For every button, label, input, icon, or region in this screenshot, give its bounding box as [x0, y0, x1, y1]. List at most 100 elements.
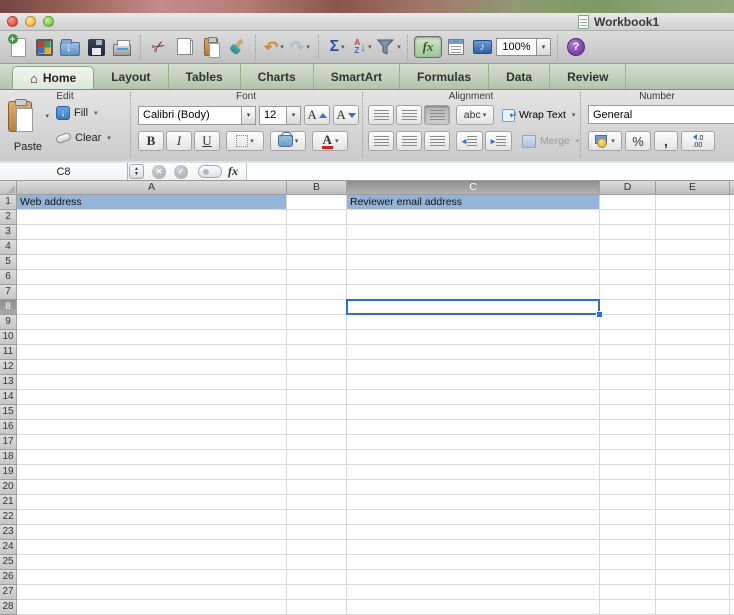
cell-F28[interactable] — [730, 600, 734, 615]
cell-D18[interactable] — [600, 450, 656, 465]
copy-button[interactable] — [173, 34, 197, 60]
cell-B28[interactable] — [287, 600, 347, 615]
cell-C10[interactable] — [347, 330, 600, 345]
cell-D27[interactable] — [600, 585, 656, 600]
merge-dropdown-arrow[interactable]: ▾ — [576, 137, 580, 145]
clear-button[interactable]: Clear ▾ — [56, 132, 111, 144]
tab-review[interactable]: Review — [550, 64, 626, 89]
cell-D21[interactable] — [600, 495, 656, 510]
tab-home[interactable]: ⌂Home — [12, 66, 94, 89]
cell-F16[interactable] — [730, 420, 734, 435]
row-header-1[interactable]: 1 — [0, 195, 17, 210]
cell-B12[interactable] — [287, 360, 347, 375]
cell-A16[interactable] — [17, 420, 287, 435]
redo-button[interactable]: ↷▾ — [288, 34, 312, 60]
cell-A27[interactable] — [17, 585, 287, 600]
cell-F18[interactable] — [730, 450, 734, 465]
cell-B1[interactable] — [287, 195, 347, 210]
cell-B27[interactable] — [287, 585, 347, 600]
cell-F19[interactable] — [730, 465, 734, 480]
cell-A5[interactable] — [17, 255, 287, 270]
decrease-indent-button[interactable]: ◂ — [456, 131, 483, 151]
cell-A22[interactable] — [17, 510, 287, 525]
cell-A28[interactable] — [17, 600, 287, 615]
cell-A21[interactable] — [17, 495, 287, 510]
save-button[interactable] — [84, 34, 108, 60]
row-header-22[interactable]: 22 — [0, 510, 17, 525]
undo-dropdown-arrow[interactable]: ▾ — [280, 43, 284, 51]
row-header-2[interactable]: 2 — [0, 210, 17, 225]
sort-dropdown-arrow[interactable]: ▾ — [368, 43, 372, 51]
clear-dropdown-arrow[interactable]: ▾ — [107, 134, 111, 142]
cell-B14[interactable] — [287, 390, 347, 405]
cell-C27[interactable] — [347, 585, 600, 600]
cell-B3[interactable] — [287, 225, 347, 240]
tab-layout[interactable]: Layout — [94, 64, 168, 89]
cell-E24[interactable] — [656, 540, 730, 555]
cell-A6[interactable] — [17, 270, 287, 285]
cell-E2[interactable] — [656, 210, 730, 225]
row-header-24[interactable]: 24 — [0, 540, 17, 555]
cell-C20[interactable] — [347, 480, 600, 495]
cell-A8[interactable] — [17, 300, 287, 315]
cell-E12[interactable] — [656, 360, 730, 375]
cell-E17[interactable] — [656, 435, 730, 450]
cell-E22[interactable] — [656, 510, 730, 525]
cell-B24[interactable] — [287, 540, 347, 555]
cell-A9[interactable] — [17, 315, 287, 330]
cell-B21[interactable] — [287, 495, 347, 510]
column-header-A[interactable]: A — [17, 181, 287, 195]
cell-C24[interactable] — [347, 540, 600, 555]
cell-B4[interactable] — [287, 240, 347, 255]
currency-format-button[interactable]: ▾ — [588, 131, 622, 151]
tab-tables[interactable]: Tables — [169, 64, 241, 89]
cell-C22[interactable] — [347, 510, 600, 525]
column-header-partial[interactable] — [730, 181, 734, 195]
cell-E7[interactable] — [656, 285, 730, 300]
cell-E28[interactable] — [656, 600, 730, 615]
wrap-text-button[interactable]: Wrap Text ▾ — [502, 109, 575, 122]
cut-button[interactable]: ✂ — [147, 34, 171, 60]
cell-C25[interactable] — [347, 555, 600, 570]
cell-C18[interactable] — [347, 450, 600, 465]
font-family-dropdown-arrow[interactable]: ▾ — [241, 107, 255, 124]
cell-B22[interactable] — [287, 510, 347, 525]
bold-button[interactable]: B — [138, 131, 164, 151]
cell-F14[interactable] — [730, 390, 734, 405]
row-header-7[interactable]: 7 — [0, 285, 17, 300]
cell-D26[interactable] — [600, 570, 656, 585]
cell-B9[interactable] — [287, 315, 347, 330]
cell-E9[interactable] — [656, 315, 730, 330]
row-header-12[interactable]: 12 — [0, 360, 17, 375]
cell-E21[interactable] — [656, 495, 730, 510]
row-header-26[interactable]: 26 — [0, 570, 17, 585]
cell-D10[interactable] — [600, 330, 656, 345]
underline-button[interactable]: U — [194, 131, 220, 151]
cell-F11[interactable] — [730, 345, 734, 360]
format-painter-button[interactable] — [225, 34, 249, 60]
cell-E23[interactable] — [656, 525, 730, 540]
autosum-dropdown-arrow[interactable]: ▾ — [341, 43, 345, 51]
cell-C28[interactable] — [347, 600, 600, 615]
cell-E5[interactable] — [656, 255, 730, 270]
cell-C9[interactable] — [347, 315, 600, 330]
media-browser-button[interactable]: ♪ — [470, 34, 494, 60]
cell-C13[interactable] — [347, 375, 600, 390]
cell-A14[interactable] — [17, 390, 287, 405]
cell-D1[interactable] — [600, 195, 656, 210]
row-header-20[interactable]: 20 — [0, 480, 17, 495]
number-format-select[interactable]: General — [588, 105, 734, 124]
cell-F17[interactable] — [730, 435, 734, 450]
cell-E1[interactable] — [656, 195, 730, 210]
paste-dropdown-arrow[interactable]: ▾ — [45, 112, 49, 120]
font-size-dropdown-arrow[interactable]: ▾ — [286, 107, 300, 124]
cell-B23[interactable] — [287, 525, 347, 540]
row-header-4[interactable]: 4 — [0, 240, 17, 255]
cell-E3[interactable] — [656, 225, 730, 240]
close-button[interactable] — [7, 16, 18, 27]
cell-F22[interactable] — [730, 510, 734, 525]
row-header-5[interactable]: 5 — [0, 255, 17, 270]
cell-E13[interactable] — [656, 375, 730, 390]
fill-color-dropdown-arrow[interactable]: ▾ — [295, 137, 299, 145]
cell-E6[interactable] — [656, 270, 730, 285]
